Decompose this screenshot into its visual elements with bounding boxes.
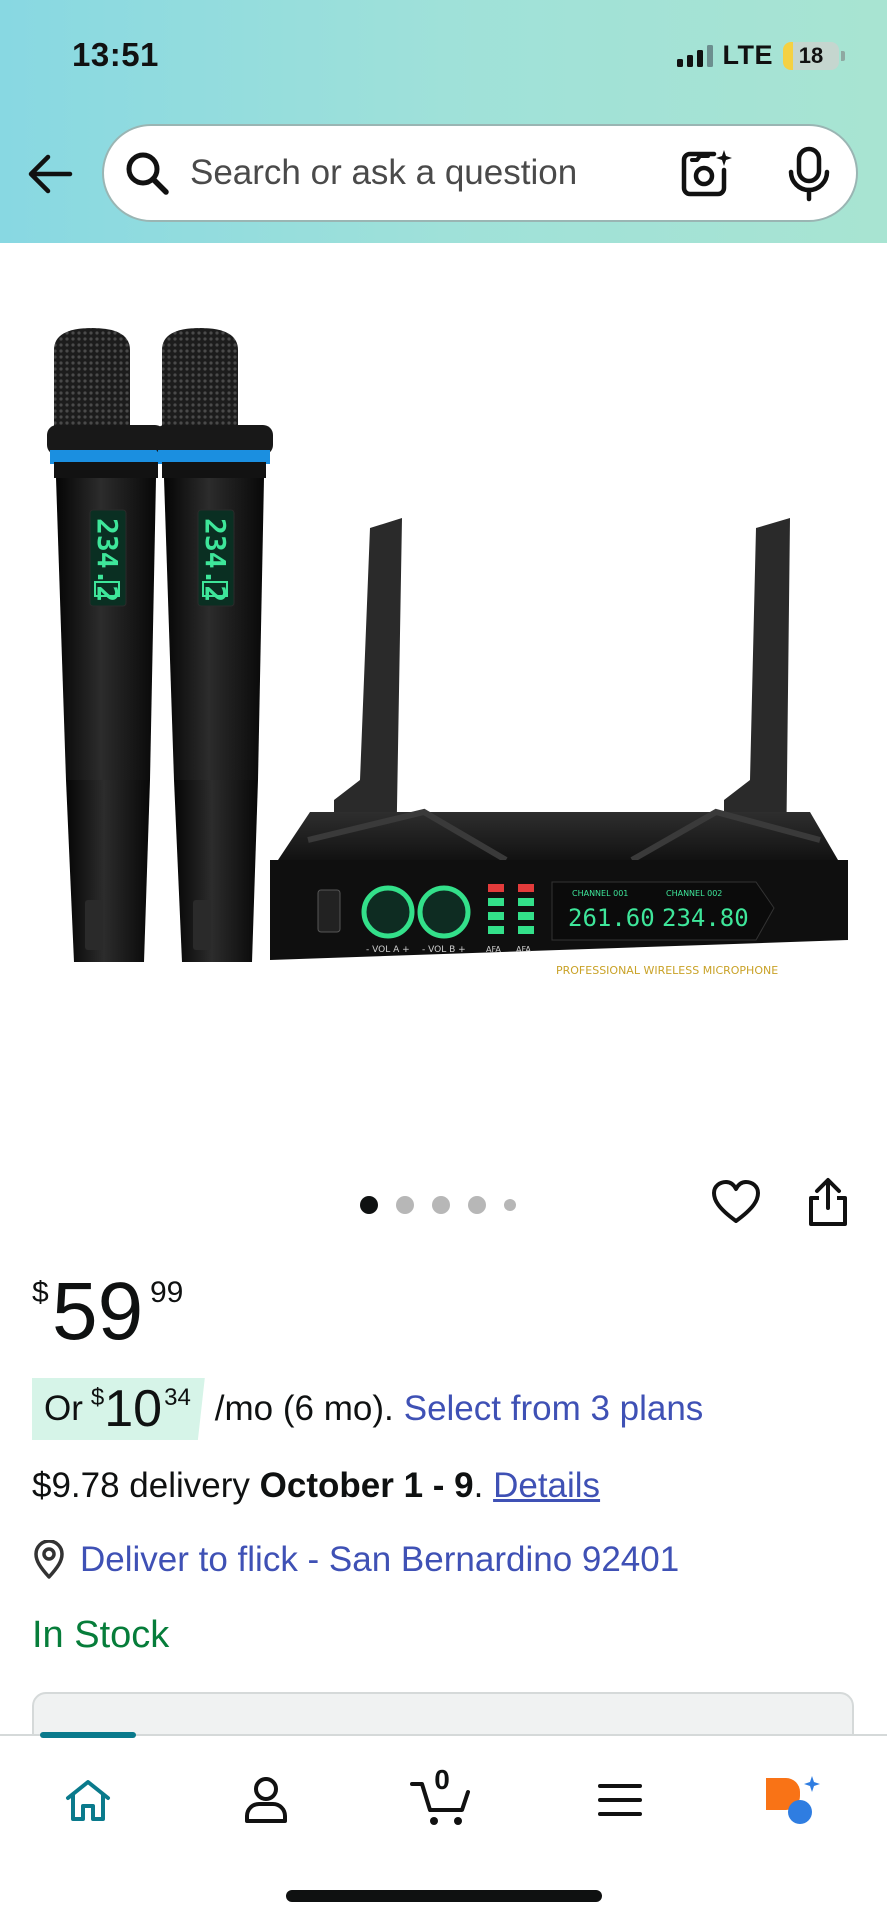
select-plans-link[interactable]: Select from 3 plans [404,1389,704,1429]
pager-dot[interactable] [396,1196,414,1214]
delivery-period: . [473,1466,484,1505]
deliver-to-link[interactable]: Deliver to flick - San Bernardino 92401 [80,1540,679,1580]
installment-term: /mo (6 mo). [214,1389,394,1428]
channel-a-label: CHANNEL 001 [572,889,628,898]
price-fraction: 99 [150,1276,184,1309]
installment-or: Or [44,1389,83,1428]
channel-b-label: CHANNEL 002 [666,889,722,898]
microphone-2: 234.2 [155,328,273,962]
bottom-nav: 0 [0,1732,887,1920]
installment-symbol: $ [90,1384,105,1411]
cart-count: 0 [434,1764,450,1795]
price-symbol: $ [32,1276,49,1309]
battery-tip [841,50,845,61]
deliver-to[interactable]: Deliver to flick - San Bernardino 92401 [32,1540,679,1580]
pager-dot[interactable] [468,1196,486,1214]
location-pin-icon [34,1540,64,1579]
nav-cart[interactable]: 0 [410,1764,474,1830]
pager-dot[interactable] [432,1196,450,1214]
freq-a: 261.60 [568,904,655,932]
receiver-front-text: PROFESSIONAL WIRELESS MICROPHONE [556,964,778,977]
nav-rufus[interactable] [762,1770,822,1830]
active-tab-indicator [40,1732,136,1738]
status-indicators: LTE 18 [676,40,845,71]
delivery-prefix: $9.78 delivery [32,1466,250,1505]
heart-icon[interactable] [712,1180,760,1224]
header: 13:51 LTE 18 Search or ask a question [0,0,887,243]
installment-offer: Or $ 10 34 /mo (6 mo). Select from 3 pla… [32,1378,703,1440]
installment-fraction: 34 [164,1384,191,1411]
arrow-left-icon[interactable] [26,152,74,196]
afa-label-b: AFA [516,945,531,954]
battery-fill [783,41,794,70]
camera-lens-icon[interactable] [680,148,732,200]
afa-label-a: AFA [486,945,501,954]
nav-account[interactable] [236,1770,296,1830]
delivery-dates: October 1 - 9 [259,1466,474,1505]
person-icon [245,1777,287,1823]
home-indicator [286,1890,602,1902]
delivery-info: $9.78 delivery October 1 - 9. Details [32,1466,600,1506]
share-icon[interactable] [806,1176,850,1228]
installment-chip: Or $ 10 34 [32,1378,205,1440]
pager-dot[interactable] [504,1199,516,1211]
network-label: LTE [722,40,773,70]
microphone-icon[interactable] [786,146,832,202]
delivery-details-link[interactable]: Details [493,1466,600,1505]
menu-icon [598,1784,642,1816]
battery-level: 18 [798,42,824,68]
product-image[interactable]: 234.2 234.2 - VOL A + - VOL B + AFA AFA … [40,300,850,1000]
vol-a-label: - VOL A + [366,945,410,955]
freq-b: 234.80 [662,904,749,932]
nav-home[interactable] [58,1770,118,1830]
installment-whole: 10 [104,1380,163,1438]
price-whole: 59 [52,1266,144,1357]
battery-icon: 18 [783,41,839,70]
stock-status: In Stock [32,1614,170,1656]
rufus-chat-icon [766,1776,820,1824]
pager-dot[interactable] [360,1196,378,1214]
search-bar[interactable]: Search or ask a question [102,124,858,222]
home-icon [66,1780,110,1821]
search-icon [126,152,169,195]
search-input[interactable]: Search or ask a question [190,153,577,193]
microphone-1: 234.2 [47,328,165,962]
nav-menu[interactable] [590,1770,650,1830]
receiver: - VOL A + - VOL B + AFA AFA CHANNEL 001 … [270,808,848,977]
vol-b-label: - VOL B + [422,945,466,955]
signal-icon [676,44,713,67]
status-time: 13:51 [72,36,159,73]
image-pager-dots[interactable] [360,1196,516,1214]
